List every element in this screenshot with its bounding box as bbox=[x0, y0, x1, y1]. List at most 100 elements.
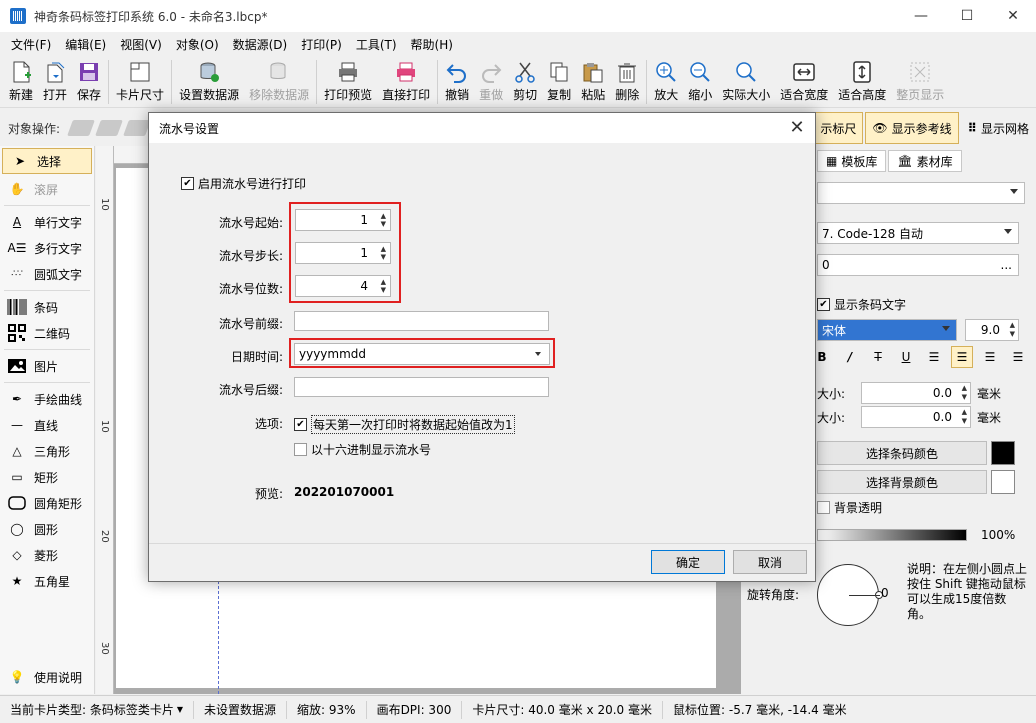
width-spinner[interactable]: 0.0 bbox=[861, 382, 971, 404]
prefix-input[interactable] bbox=[294, 311, 549, 331]
barcode-color-swatch[interactable] bbox=[991, 441, 1015, 465]
card-type-status[interactable]: 当前卡片类型: 条码标签类卡片 ▼ bbox=[0, 700, 195, 719]
image-icon bbox=[6, 356, 28, 376]
undo-button[interactable]: 撤销 bbox=[440, 56, 474, 106]
database-icon bbox=[197, 60, 221, 84]
object-selector[interactable] bbox=[817, 182, 1025, 204]
fit-height-button[interactable]: 适合高度 bbox=[833, 56, 891, 106]
tool-help[interactable]: 💡 使用说明 bbox=[0, 664, 83, 690]
menu-tools[interactable]: 工具(T) bbox=[349, 36, 404, 53]
dialog-close-icon[interactable]: ✕ bbox=[787, 117, 807, 138]
cancel-button[interactable]: 取消 bbox=[733, 550, 807, 574]
tool-rect[interactable]: ▭ 矩形 bbox=[0, 464, 94, 490]
show-guides-toggle[interactable]: 👁 显示参考线 bbox=[865, 112, 959, 144]
full-page-button[interactable]: 整页显示 bbox=[891, 56, 949, 106]
remove-datasource-button[interactable]: 移除数据源 bbox=[244, 56, 314, 106]
align-center-icon[interactable]: ☰ bbox=[951, 346, 973, 368]
menu-help[interactable]: 帮助(H) bbox=[404, 36, 460, 53]
tab-materials[interactable]: 🏛 素材库 bbox=[888, 150, 962, 172]
actual-size-button[interactable]: 实际大小 bbox=[717, 56, 775, 106]
tool-ellipse[interactable]: ◯ 圆形 bbox=[0, 516, 94, 542]
tool-select[interactable]: ➤ 选择 bbox=[2, 148, 92, 174]
tool-star[interactable]: ★ 五角星 bbox=[0, 568, 94, 594]
strikethrough-button[interactable]: T bbox=[867, 346, 889, 368]
tool-single-text[interactable]: A 单行文字 bbox=[0, 209, 94, 235]
layer-top-icon[interactable] bbox=[123, 120, 151, 136]
choose-barcode-color-button[interactable]: 选择条码颜色 bbox=[817, 441, 987, 465]
open-file-icon bbox=[43, 60, 67, 84]
show-grid-toggle[interactable]: ⠿ 显示网格 bbox=[960, 112, 1036, 144]
barcode-type-select[interactable]: 7. Code-128 自动 bbox=[817, 222, 1019, 244]
tool-diamond[interactable]: ◇ 菱形 bbox=[0, 542, 94, 568]
mouse-position-status: 鼠标位置: -5.7 毫米, -14.4 毫米 bbox=[673, 703, 847, 717]
tool-qrcode[interactable]: 二维码 bbox=[0, 320, 94, 346]
menu-datasource[interactable]: 数据源(D) bbox=[226, 36, 295, 53]
printer-icon bbox=[394, 60, 418, 84]
tool-freehand[interactable]: ✒ 手绘曲线 bbox=[0, 386, 94, 412]
enable-serial-checkbox[interactable]: ✔ bbox=[181, 177, 194, 190]
direct-print-button[interactable]: 直接打印 bbox=[377, 56, 435, 106]
scissors-icon bbox=[513, 60, 537, 84]
bg-transparent-checkbox[interactable] bbox=[817, 501, 830, 514]
print-preview-icon bbox=[336, 60, 360, 84]
highlight-box-serial-params bbox=[289, 202, 401, 303]
align-right-icon[interactable]: ☰ bbox=[979, 346, 1001, 368]
align-left-icon[interactable]: ☰ bbox=[923, 346, 945, 368]
set-datasource-button[interactable]: 设置数据源 bbox=[174, 56, 244, 106]
browse-button[interactable]: ... bbox=[1001, 258, 1012, 272]
tab-templates[interactable]: ▦ 模板库 bbox=[817, 150, 887, 172]
maximize-button[interactable]: ☐ bbox=[944, 0, 990, 32]
align-justify-icon[interactable]: ☰ bbox=[1007, 346, 1029, 368]
height-spinner[interactable]: 0.0 bbox=[861, 406, 971, 428]
minimize-button[interactable]: — bbox=[898, 0, 944, 32]
zoom-in-button[interactable]: 放大 bbox=[649, 56, 683, 106]
card-size-icon bbox=[128, 60, 152, 84]
barcode-value-field[interactable]: 0... bbox=[817, 254, 1019, 276]
dialog-footer: 确定 取消 bbox=[149, 543, 815, 581]
rotation-dial[interactable] bbox=[817, 564, 883, 626]
ok-button[interactable]: 确定 bbox=[651, 550, 725, 574]
layer-down-icon[interactable] bbox=[95, 120, 123, 136]
menu-file[interactable]: 文件(F) bbox=[4, 36, 58, 53]
menu-view[interactable]: 视图(V) bbox=[113, 36, 169, 53]
tool-multi-text[interactable]: A☰ 多行文字 bbox=[0, 235, 94, 261]
choose-background-color-button[interactable]: 选择背景颜色 bbox=[817, 470, 987, 494]
font-name-select[interactable]: 宋体 bbox=[817, 319, 957, 341]
reset-daily-checkbox[interactable]: ✔ bbox=[294, 418, 307, 431]
underline-button[interactable]: U bbox=[895, 346, 917, 368]
card-size-button[interactable]: 卡片尺寸 bbox=[111, 56, 169, 106]
tool-line[interactable]: — 直线 bbox=[0, 412, 94, 438]
delete-button[interactable]: 删除 bbox=[610, 56, 644, 106]
zoom-out-button[interactable]: 缩小 bbox=[683, 56, 717, 106]
print-preview-button[interactable]: 打印预览 bbox=[319, 56, 377, 106]
font-size-spinner[interactable]: 9.0 bbox=[965, 319, 1019, 341]
menu-print[interactable]: 打印(P) bbox=[294, 36, 349, 53]
fit-width-button[interactable]: 适合宽度 bbox=[775, 56, 833, 106]
copy-button[interactable]: 复制 bbox=[542, 56, 576, 106]
menu-object[interactable]: 对象(O) bbox=[169, 36, 226, 53]
redo-button[interactable]: 重做 bbox=[474, 56, 508, 106]
tool-scroll[interactable]: ✋ 滚屏 bbox=[0, 176, 94, 202]
hex-display-checkbox[interactable] bbox=[294, 443, 307, 456]
main-toolbar: 新建 打开 保存 卡片尺寸 设置数据源 移除数据源 打印预览 直接打印 撤销 重… bbox=[0, 56, 1036, 108]
menu-edit[interactable]: 编辑(E) bbox=[58, 36, 113, 53]
open-button[interactable]: 打开 bbox=[38, 56, 72, 106]
new-button[interactable]: 新建 bbox=[4, 56, 38, 106]
suffix-input[interactable] bbox=[294, 377, 549, 397]
dialog-title-bar: 流水号设置 ✕ bbox=[149, 113, 815, 143]
show-barcode-text-checkbox[interactable]: ✔ bbox=[817, 298, 830, 311]
layer-up-icon[interactable] bbox=[67, 120, 95, 136]
tool-round-rect[interactable]: 圆角矩形 bbox=[0, 490, 94, 516]
tool-image[interactable]: 图片 bbox=[0, 353, 94, 379]
italic-button[interactable]: / bbox=[839, 346, 861, 368]
show-ruler-toggle[interactable]: 示标尺 bbox=[813, 112, 864, 144]
tool-arc-text[interactable]: ∴∵ 圆弧文字 bbox=[0, 261, 94, 287]
opacity-slider[interactable] bbox=[817, 529, 967, 541]
tool-triangle[interactable]: △ 三角形 bbox=[0, 438, 94, 464]
save-button[interactable]: 保存 bbox=[72, 56, 106, 106]
close-button[interactable]: ✕ bbox=[990, 0, 1036, 32]
tool-barcode[interactable]: 条码 bbox=[0, 294, 94, 320]
background-color-swatch[interactable] bbox=[991, 470, 1015, 494]
cut-button[interactable]: 剪切 bbox=[508, 56, 542, 106]
paste-button[interactable]: 粘贴 bbox=[576, 56, 610, 106]
